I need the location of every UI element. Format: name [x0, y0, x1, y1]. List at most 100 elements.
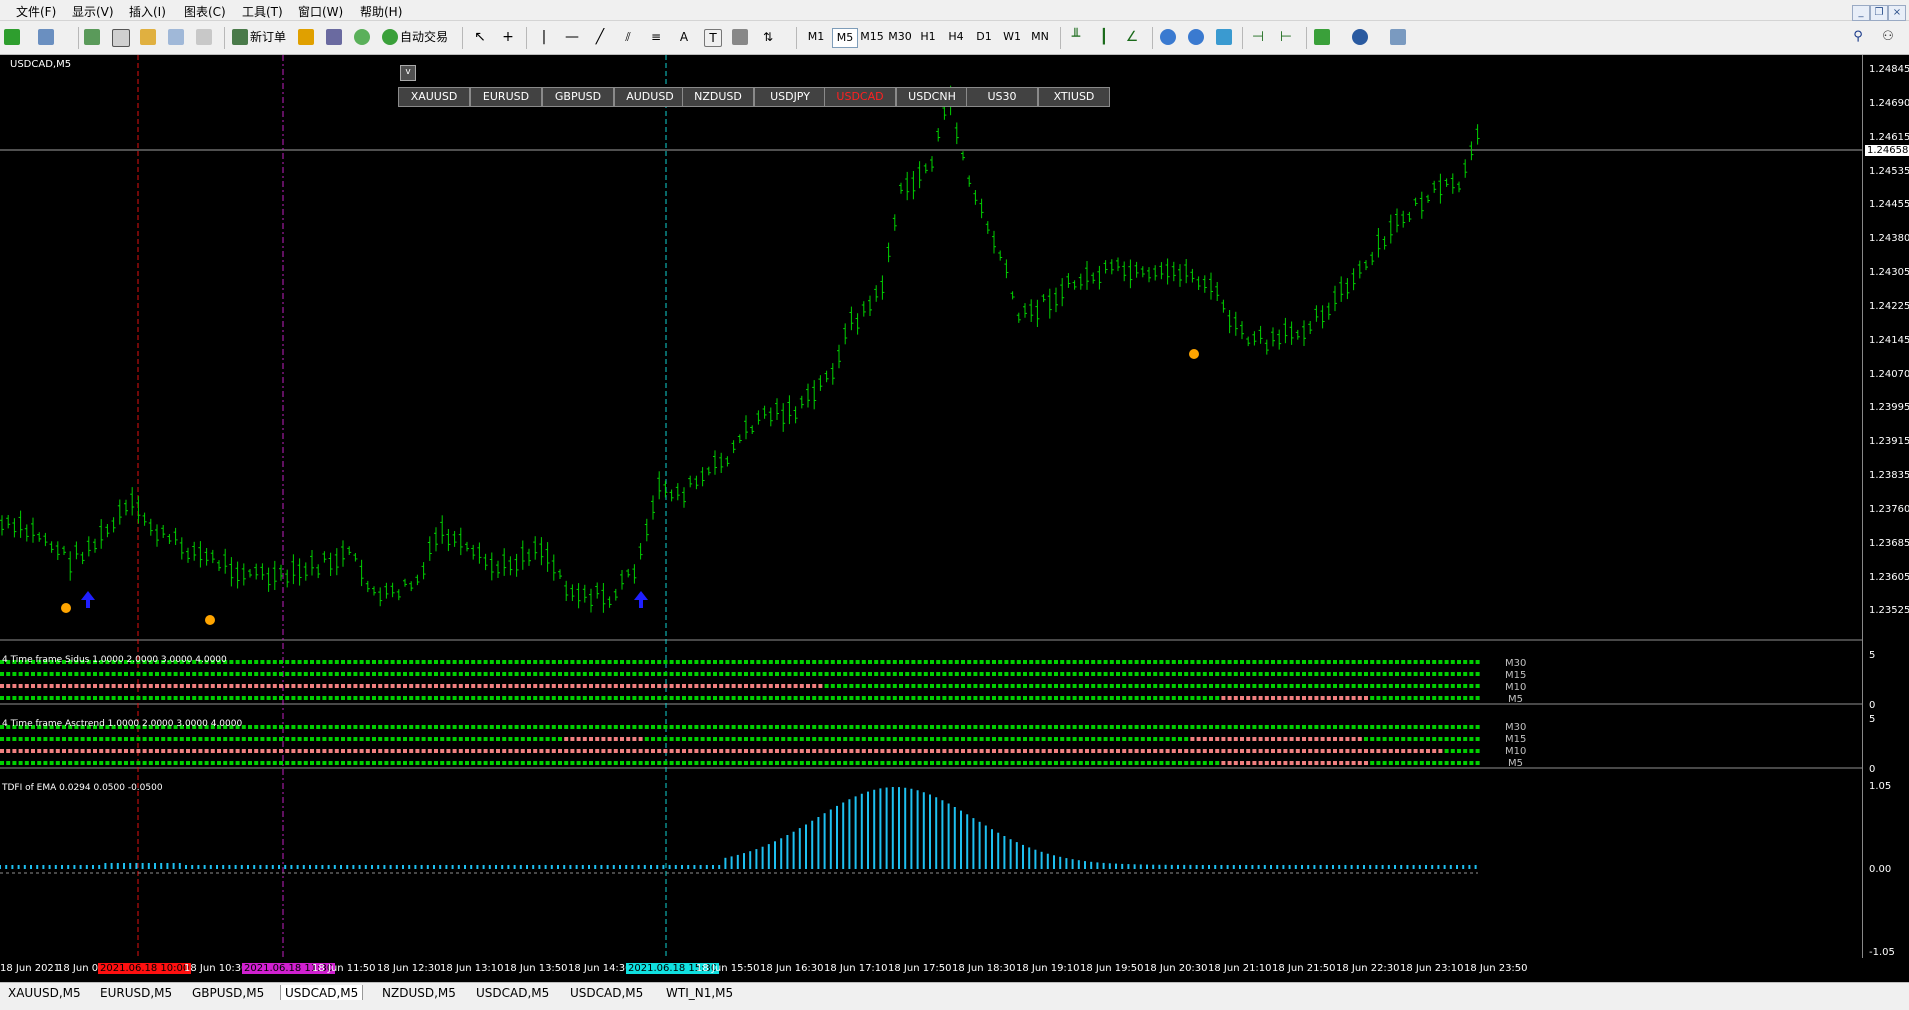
vertical-line-icon[interactable]: |: [536, 29, 552, 45]
profiles-icon[interactable]: [38, 29, 54, 45]
bar-chart-icon[interactable]: ╨: [1068, 29, 1084, 45]
time-label: 18 Jun 19:10: [1016, 963, 1080, 974]
candlestick-icon[interactable]: ┃: [1096, 29, 1112, 45]
zoom-out-icon[interactable]: [1188, 29, 1204, 45]
auto-trading-icon[interactable]: [382, 29, 398, 45]
menu-view[interactable]: 显示(V): [72, 3, 114, 20]
state-dot: [899, 672, 903, 676]
tab-gbpusd[interactable]: GBPUSD,M5: [188, 985, 268, 1001]
arrows-icon[interactable]: ⇅: [760, 29, 776, 45]
fibonacci-icon[interactable]: ≡: [648, 29, 664, 45]
state-dot: [1469, 684, 1474, 688]
text-label-icon[interactable]: T: [704, 29, 722, 47]
menu-window[interactable]: 窗口(W): [298, 3, 343, 20]
state-dot: [1060, 737, 1065, 741]
market-watch-icon[interactable]: [84, 29, 100, 45]
line-chart-icon[interactable]: ∠: [1124, 29, 1140, 45]
menu-insert[interactable]: 插入(I): [129, 3, 166, 20]
state-dot: [830, 660, 835, 664]
symbol-button-xauusd[interactable]: XAUUSD: [398, 87, 470, 107]
price-scale[interactable]: 1.24845 1.24690 1.24615 1.24535 1.24455 …: [1862, 55, 1909, 958]
crosshair-icon[interactable]: +: [500, 29, 516, 45]
data-window-icon[interactable]: [112, 29, 130, 47]
menu-bar: 文件(F) 显示(V) 插入(I) 图表(C) 工具(T) 窗口(W) 帮助(H…: [0, 0, 1909, 21]
indicators-icon[interactable]: [1314, 29, 1330, 45]
terminal-icon[interactable]: [168, 29, 184, 45]
menu-file[interactable]: 文件(F): [16, 3, 56, 20]
new-order-icon[interactable]: [232, 29, 248, 45]
menu-tools[interactable]: 工具(T): [242, 3, 283, 20]
state-dot: [1258, 696, 1263, 700]
tf-m1[interactable]: M1: [804, 28, 828, 46]
state-dot: [384, 672, 389, 676]
panel-collapse-button[interactable]: v: [400, 65, 416, 81]
menu-help[interactable]: 帮助(H): [360, 3, 402, 20]
state-dot: [558, 737, 562, 741]
menu-charts[interactable]: 图表(C): [184, 3, 226, 20]
market-icon[interactable]: [354, 29, 370, 45]
autoscroll-icon[interactable]: ⊢: [1278, 29, 1294, 45]
tester-icon[interactable]: [196, 29, 212, 45]
tab-wti[interactable]: WTI_N1,M5: [662, 985, 737, 1001]
metaeditor-icon[interactable]: [298, 29, 314, 45]
state-dot: [781, 749, 786, 753]
search-icon[interactable]: ⚲: [1850, 29, 1866, 45]
symbol-button-gbpusd[interactable]: GBPUSD: [542, 87, 614, 107]
symbol-button-us30[interactable]: US30: [966, 87, 1038, 107]
tf-m15[interactable]: M15: [860, 28, 884, 46]
state-dot: [68, 672, 73, 676]
state-dot: [43, 684, 48, 688]
tab-xauusd[interactable]: XAUUSD,M5: [4, 985, 85, 1001]
state-dot: [24, 696, 29, 700]
tf-h4[interactable]: H4: [944, 28, 968, 46]
chart-area[interactable]: USDCAD,M5 v 4 Time frame Sidus 1.0000 2.…: [0, 55, 1862, 958]
cursor-icon[interactable]: ↖: [472, 29, 488, 45]
tf-mn[interactable]: MN: [1028, 28, 1052, 46]
state-dot: [1209, 725, 1213, 729]
symbol-button-xtiusd[interactable]: XTIUSD: [1038, 87, 1110, 107]
tile-windows-icon[interactable]: [1216, 29, 1232, 45]
periods-icon[interactable]: [1352, 29, 1368, 45]
tf-m30[interactable]: M30: [888, 28, 912, 46]
tf-m5[interactable]: M5: [832, 28, 858, 48]
symbol-button-audusd[interactable]: AUDUSD: [614, 87, 686, 107]
state-dot: [1444, 761, 1449, 765]
horizontal-line-icon[interactable]: —: [564, 29, 580, 45]
state-dot: [316, 749, 321, 753]
close-icon[interactable]: ×: [1888, 5, 1906, 21]
tab-nzdusd[interactable]: NZDUSD,M5: [378, 985, 460, 1001]
state-dot: [582, 672, 587, 676]
state-dot: [1134, 737, 1139, 741]
text-icon[interactable]: A: [676, 29, 692, 45]
symbol-button-usdcnh[interactable]: USDCNH: [896, 87, 968, 107]
symbol-button-usdjpy[interactable]: USDJPY: [754, 87, 826, 107]
tf-h1[interactable]: H1: [916, 28, 940, 46]
zoom-in-icon[interactable]: [1160, 29, 1176, 45]
tf-w1[interactable]: W1: [1000, 28, 1024, 46]
navigator-icon[interactable]: [140, 29, 156, 45]
community-icon[interactable]: ⚇: [1880, 29, 1896, 45]
tab-eurusd[interactable]: EURUSD,M5: [96, 985, 176, 1001]
trendline-icon[interactable]: ╱: [592, 29, 608, 45]
state-dot: [241, 749, 246, 753]
rectangle-icon[interactable]: [732, 29, 748, 45]
state-dot: [12, 684, 17, 688]
symbol-button-usdcad[interactable]: USDCAD: [824, 87, 896, 107]
tab-usdcad[interactable]: USDCAD,M5: [566, 985, 647, 1001]
state-dot: [1116, 696, 1120, 700]
new-order-button[interactable]: 新订单: [250, 27, 286, 47]
state-dot: [1388, 761, 1393, 765]
templates-icon[interactable]: [1390, 29, 1406, 45]
channel-icon[interactable]: ⫽: [620, 29, 636, 45]
symbol-button-nzdusd[interactable]: NZDUSD: [682, 87, 754, 107]
tab-usdcad[interactable]: USDCAD,M5: [472, 985, 553, 1001]
minimize-icon[interactable]: _: [1852, 5, 1870, 21]
restore-icon[interactable]: ❐: [1870, 5, 1888, 21]
auto-trading-button[interactable]: 自动交易: [400, 27, 448, 47]
chart-shift-icon[interactable]: ⊣: [1250, 29, 1266, 45]
state-dot: [124, 749, 128, 753]
tf-d1[interactable]: D1: [972, 28, 996, 46]
new-chart-icon[interactable]: [4, 29, 20, 45]
symbol-button-eurusd[interactable]: EURUSD: [470, 87, 542, 107]
signals-icon[interactable]: [326, 29, 342, 45]
